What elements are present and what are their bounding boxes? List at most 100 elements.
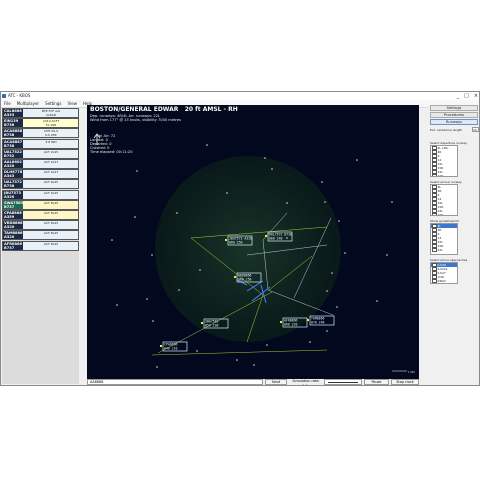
guidelines-list[interactable]: 4L 4R 9 14 15L 15R 22L bbox=[430, 223, 458, 255]
waypoint-dot bbox=[199, 269, 201, 271]
aircraft-datablock[interactable]: CPA8866040 210 bbox=[160, 341, 188, 352]
strip-details: ACT 9L25 bbox=[43, 190, 59, 195]
datablock-altitude: 080 250 bbox=[229, 241, 243, 245]
pause-button[interactable]: Pause bbox=[364, 379, 389, 385]
flight-strip-list: CAL8666 A333 NFE FCF AAI CLEAR EIN139 B738 A31… bbox=[2, 108, 79, 384]
radar-scope[interactable]: JBU7573 A320 080 250 UAL7572 B738 060 240 S… bbox=[87, 105, 419, 379]
waypoint-dot bbox=[264, 157, 266, 159]
waypoint-dot bbox=[324, 201, 326, 203]
centerline-input[interactable]: 10 bbox=[472, 127, 479, 132]
strip-details: ACT 8L25 bbox=[43, 241, 59, 246]
tab-runways[interactable]: Runways bbox=[430, 119, 478, 125]
waypoint-dot bbox=[176, 212, 178, 214]
waypoint-dot bbox=[326, 330, 328, 332]
strip-details: ACT 8L25 bbox=[43, 211, 59, 215]
tab-settings[interactable]: Settings bbox=[430, 105, 478, 111]
flight-strip[interactable]: VRD8866 A320 ACT 8L25 bbox=[2, 220, 79, 231]
waypoint-dot bbox=[344, 252, 346, 254]
list-item[interactable]: 22L bbox=[431, 247, 457, 253]
strip-callsign: UAL7522 B752 bbox=[3, 149, 23, 158]
menu-file[interactable]: File bbox=[4, 100, 11, 107]
strip-callsign: AFR8866 B737 bbox=[3, 241, 23, 250]
stop-clock-button[interactable]: Stop clock bbox=[391, 379, 419, 385]
command-bar: AA8888 Send Simulation rate: 1.0x Pause … bbox=[87, 379, 419, 385]
strip-callsign: AAL8602 A320 bbox=[3, 160, 23, 168]
waypoint-dot bbox=[146, 298, 148, 300]
list-item[interactable]: 22R bbox=[431, 212, 457, 215]
flight-strip[interactable]: DLH8778 A343 ACT 2L27 bbox=[2, 169, 79, 180]
datablock-altitude: 040 210 bbox=[164, 347, 178, 351]
waypoint-dot bbox=[156, 366, 158, 368]
flight-strip[interactable]: TAM8866 A320 ACT 8L25 bbox=[2, 230, 79, 241]
waypoint-dot bbox=[356, 159, 358, 161]
waypoint-dot bbox=[178, 289, 180, 291]
strip-callsign: SWA7583 B737 bbox=[3, 200, 23, 209]
flight-strip[interactable]: CAL8666 A333 NFE FCF AAI CLEAR bbox=[2, 108, 79, 118]
sim-rate-slider[interactable] bbox=[324, 379, 362, 385]
flight-strip[interactable]: ACA8887 B738 3.8 IND bbox=[2, 138, 79, 149]
atc-window: ATC - KBOS _ □ × File Multiplayer Settin… bbox=[0, 91, 480, 386]
checkbox-icon bbox=[432, 212, 437, 215]
arrival-runway-list[interactable]: 4L4R91415L15R22L22R27 bbox=[430, 184, 458, 216]
send-button[interactable]: Send bbox=[265, 379, 287, 385]
waypoint-dot bbox=[271, 168, 273, 170]
waypoint-dot bbox=[152, 320, 154, 322]
strip-details: ACT 2L27 bbox=[43, 160, 59, 164]
checkbox-icon bbox=[432, 247, 437, 253]
strip-callsign: JBU7573 A320 bbox=[3, 190, 23, 199]
waypoint-dot bbox=[111, 239, 113, 241]
wind-info: Wind from 177° @ 15 knots, visibility 70… bbox=[90, 118, 181, 122]
airport-title: BOSTON/GENERAL EDWAR 20 ft AMSL - RH bbox=[90, 106, 238, 113]
strip-details: ACT 8L25 bbox=[43, 200, 59, 205]
list-item[interactable]: 22R bbox=[431, 173, 457, 176]
approach-list[interactable]: ILS4R ILS22L ILS27 VOR RNAV bbox=[430, 262, 458, 284]
list-item[interactable]: RNAV bbox=[431, 278, 457, 283]
aircraft-target bbox=[307, 319, 309, 321]
waypoint-dot bbox=[196, 350, 198, 352]
departure-runway-list[interactable]: 4L (4R)4R91415L15R22L22R273233L33R bbox=[430, 145, 458, 177]
menu-settings[interactable]: Settings bbox=[45, 100, 61, 107]
aircraft-target bbox=[280, 321, 282, 323]
flight-strip[interactable]: JBU7573 A320 ACT 9L25 bbox=[2, 189, 79, 200]
strip-details: A310 ACFT 5L 25R bbox=[42, 119, 60, 128]
radar-canvas[interactable]: JBU7573 A320080 250 UAL7572 B738060 240S… bbox=[87, 105, 419, 379]
menu-multiplayer[interactable]: Multiplayer bbox=[17, 100, 39, 107]
command-input[interactable]: AA8888 bbox=[87, 379, 263, 385]
radar-range-circle bbox=[155, 156, 341, 342]
strip-details: 3.8 IND bbox=[45, 139, 57, 144]
waypoint-dot bbox=[326, 290, 328, 292]
flight-strip[interactable]: ACA8888 B738 CMT 09.9 ILS 25R bbox=[2, 128, 79, 139]
maximize-icon[interactable]: □ bbox=[464, 92, 469, 100]
strip-details: CMT 09.9 ILS 25R bbox=[43, 129, 59, 138]
strip-details: ACT 8L25 bbox=[43, 221, 59, 226]
datablock-altitude: 080 250 bbox=[238, 278, 252, 282]
waypoint-dot bbox=[376, 300, 378, 302]
flight-strip[interactable]: CPA8866 A359 ACT 8L25 bbox=[2, 210, 79, 220]
waypoint-dot bbox=[253, 364, 255, 366]
flight-strip[interactable]: AAL8602 A320 ACT 2L27 bbox=[2, 159, 79, 169]
strip-callsign: CPA8866 A359 bbox=[3, 211, 23, 219]
flight-strip[interactable]: SWA7583 B737 ACT 8L25 bbox=[2, 199, 79, 210]
menu-view[interactable]: View bbox=[67, 100, 77, 107]
aircraft-target bbox=[225, 239, 227, 241]
strip-details: ACT 2L25 bbox=[43, 149, 59, 154]
checkbox-icon bbox=[432, 173, 437, 176]
aircraft-target bbox=[201, 322, 203, 324]
strip-details: ACT 9L25 bbox=[43, 180, 59, 185]
strip-details: ACT 2L27 bbox=[43, 170, 59, 175]
tab-procedures[interactable]: Procedures bbox=[430, 112, 478, 118]
app-icon bbox=[2, 94, 6, 98]
close-icon[interactable]: × bbox=[474, 92, 478, 100]
flight-strip[interactable]: AFR8866 B737 ACT 8L25 bbox=[2, 240, 79, 251]
waypoint-dot bbox=[116, 304, 118, 306]
flight-strip[interactable]: EIN139 B738 A310 ACFT 5L 25R bbox=[2, 118, 79, 129]
minimize-icon[interactable]: _ bbox=[457, 92, 460, 100]
waypoint-dot bbox=[286, 202, 288, 204]
waypoint-dot bbox=[321, 181, 323, 183]
flight-strip[interactable]: UAL7572 B738 ACT 9L25 bbox=[2, 179, 79, 190]
scale-label: 1 NM bbox=[408, 370, 415, 374]
waypoint-dot bbox=[236, 359, 238, 361]
waypoint-dot bbox=[331, 272, 333, 274]
aircraft-datablock[interactable]: TAM8866070 240 bbox=[307, 315, 335, 326]
flight-strip[interactable]: UAL7522 B752 ACT 2L25 bbox=[2, 148, 79, 159]
